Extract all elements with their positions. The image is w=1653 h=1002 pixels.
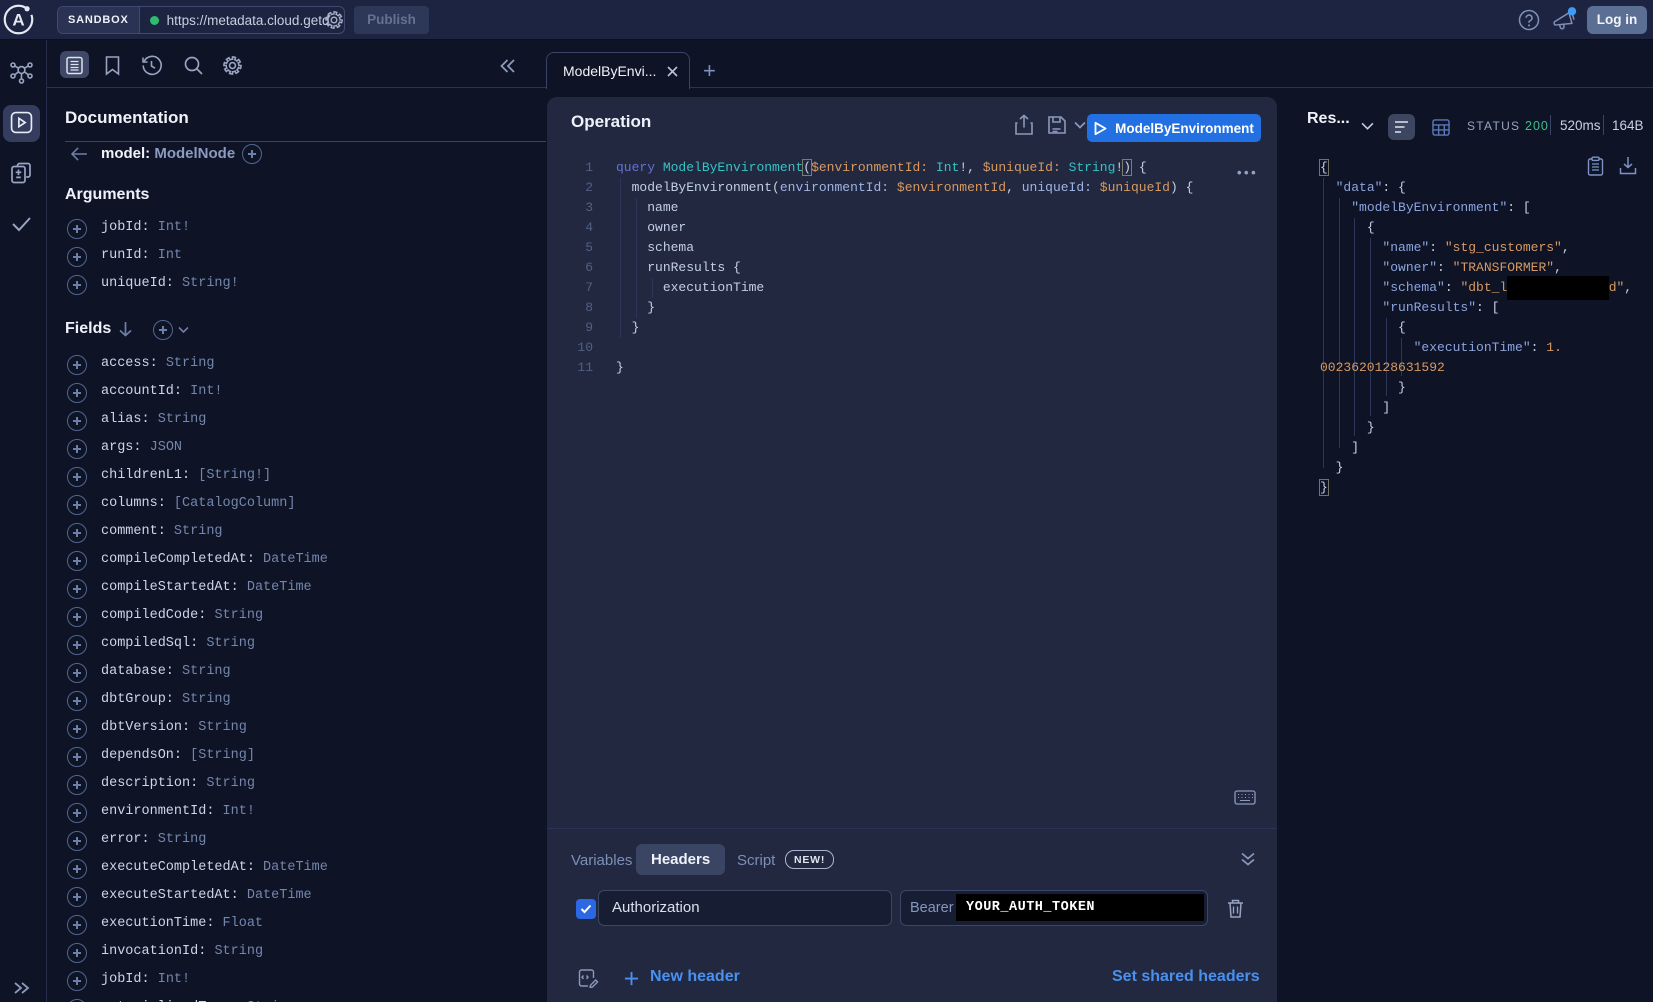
svg-text:A: A [12, 11, 24, 30]
